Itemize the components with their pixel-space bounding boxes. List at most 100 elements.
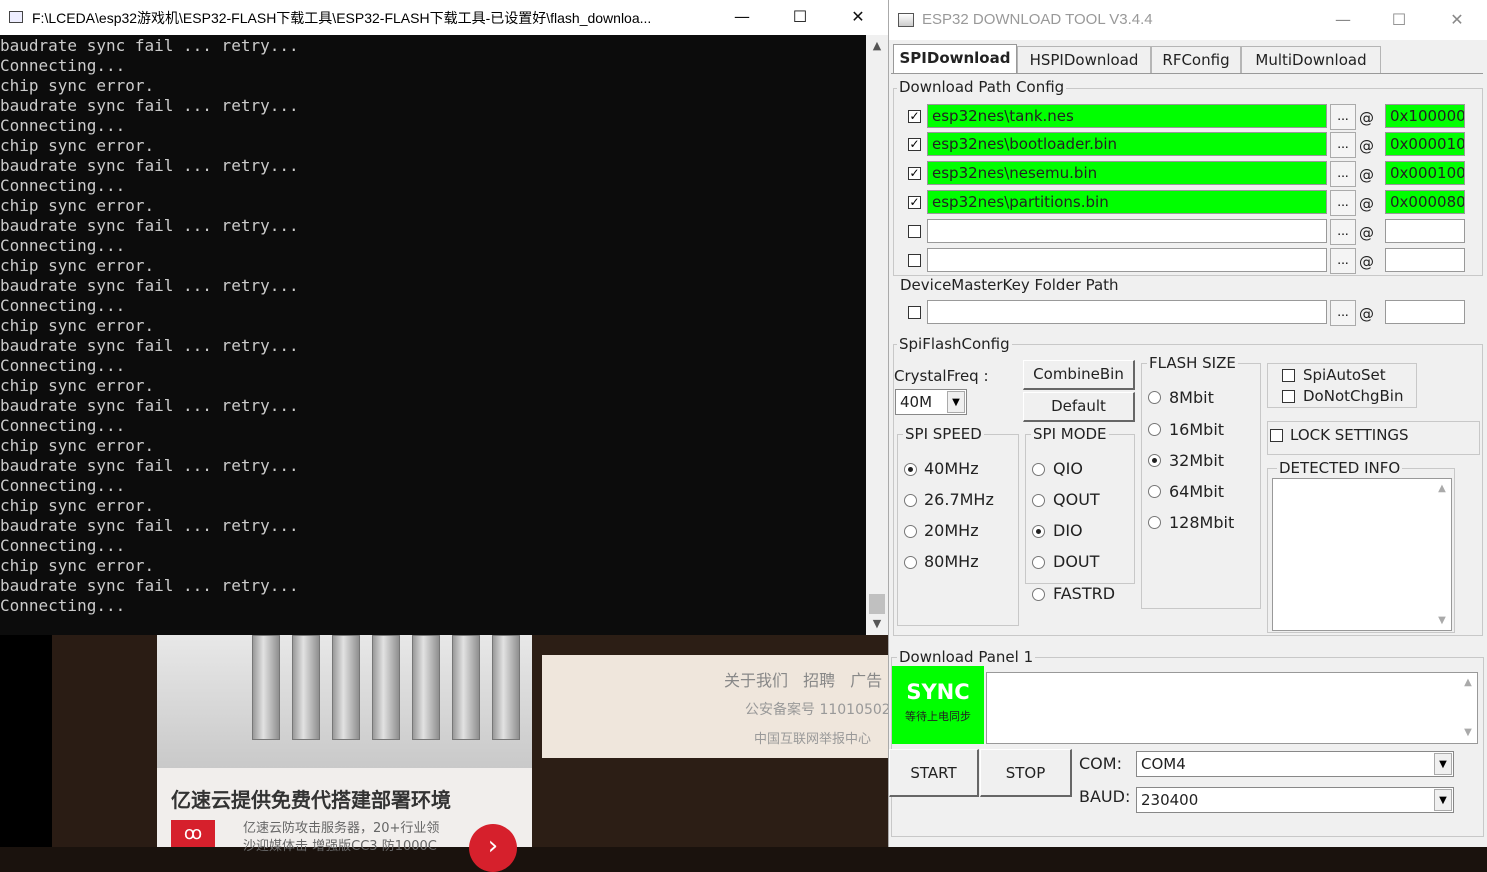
address-field-1[interactable]: 0x100000 — [1385, 104, 1465, 128]
footer-links[interactable]: 关于我们 招聘 广告 — [724, 667, 882, 691]
console-line: Connecting... — [0, 416, 126, 435]
path-field-6[interactable] — [927, 248, 1327, 272]
browse-button-4[interactable]: ... — [1330, 190, 1356, 216]
flash-size-radio-16mbit[interactable] — [1148, 423, 1161, 436]
at-label: @ — [1359, 224, 1374, 242]
console-line: chip sync error. — [0, 76, 155, 95]
baud-rate-select[interactable]: 230400 ▼ — [1136, 787, 1454, 813]
spi-mode-radio-dio[interactable] — [1032, 525, 1045, 538]
maximize-button[interactable]: ☐ — [1370, 3, 1428, 38]
at-label: @ — [1359, 195, 1374, 213]
stop-button[interactable]: STOP — [980, 749, 1072, 797]
path-field-1[interactable]: esp32nes\tank.nes — [927, 104, 1327, 128]
footer-report-center[interactable]: 中国互联网举报中心 — [754, 728, 871, 747]
path-checkbox-6[interactable] — [908, 254, 921, 267]
close-button[interactable]: ✕ — [1428, 3, 1486, 38]
spi-speed-option-label: 26.7MHz — [924, 490, 994, 509]
esp32-tool-window[interactable]: ESP32 DOWNLOAD TOOL V3.4.4 — ☐ ✕ SPIDown… — [888, 0, 1487, 847]
path-field-5[interactable] — [927, 219, 1327, 243]
start-button[interactable]: START — [889, 749, 979, 797]
path-field-2[interactable]: esp32nes\bootloader.bin — [927, 132, 1327, 156]
address-field-2[interactable]: 0x0000100 — [1385, 132, 1465, 156]
download-path-config-label: Download Path Config — [897, 78, 1067, 96]
spi-speed-radio-20mhz[interactable] — [904, 525, 917, 538]
crystal-freq-select[interactable]: 40M ▼ — [895, 389, 967, 415]
spi-speed-radio-40mhz[interactable] — [904, 463, 917, 476]
console-output[interactable]: baudrate sync fail ... retry... Connectin… — [0, 36, 866, 635]
path-checkbox-2[interactable]: ✓ — [908, 138, 921, 151]
console-window[interactable]: F:\LCEDA\esp32游戏机\ESP32-FLASH下载工具\ESP32-… — [0, 0, 888, 635]
cloud-icon: ꝏ — [171, 820, 215, 847]
browse-button-6[interactable]: ... — [1330, 248, 1356, 274]
minimize-button[interactable]: — — [713, 0, 771, 35]
tool-titlebar[interactable]: ESP32 DOWNLOAD TOOL V3.4.4 — ☐ ✕ — [889, 0, 1487, 40]
master-key-path-field[interactable] — [927, 300, 1327, 324]
do-not-chg-bin-checkbox[interactable] — [1282, 390, 1295, 403]
scrollbar-thumb[interactable] — [869, 594, 885, 614]
promo-card[interactable]: 亿速云提供免费代搭建部署环境 ꝏ 亿速云防攻击服务器，20+行业领 沙迎媒体击 … — [157, 768, 532, 872]
browse-button-5[interactable]: ... — [1330, 219, 1356, 245]
spi-speed-radio-80mhz[interactable] — [904, 556, 917, 569]
chevron-down-icon[interactable]: ▼ — [1434, 753, 1452, 775]
spi-mode-radio-qio[interactable] — [1032, 463, 1045, 476]
background-brown-left — [52, 635, 157, 847]
com-port-select[interactable]: COM4 ▼ — [1136, 751, 1454, 777]
path-checkbox-1[interactable]: ✓ — [908, 110, 921, 123]
minimize-button[interactable]: — — [1314, 3, 1372, 38]
master-key-browse-button[interactable]: ... — [1330, 300, 1356, 326]
console-line: Connecting... — [0, 116, 126, 135]
tab-spidownload[interactable]: SPIDownload — [893, 44, 1017, 74]
spi-mode-option-label: FASTRD — [1053, 584, 1116, 603]
flash-size-radio-32mbit[interactable] — [1148, 454, 1161, 467]
console-scrollbar[interactable]: ▲ ▼ — [866, 35, 888, 635]
path-field-4[interactable]: esp32nes\partitions.bin — [927, 190, 1327, 214]
scroll-down-icon[interactable]: ▼ — [1461, 727, 1475, 738]
scroll-down-icon[interactable]: ▼ — [866, 615, 888, 633]
address-field-4[interactable]: 0x0000800 — [1385, 190, 1465, 214]
path-checkbox-4[interactable]: ✓ — [908, 196, 921, 209]
scroll-up-icon[interactable]: ▲ — [1435, 483, 1449, 494]
maximize-button[interactable]: ☐ — [771, 0, 829, 35]
browse-button-2[interactable]: ... — [1330, 132, 1356, 158]
spi-mode-radio-qout[interactable] — [1032, 494, 1045, 507]
download-log-box[interactable]: ▲ ▼ — [986, 672, 1478, 744]
tab-rfconfig[interactable]: RFConfig — [1151, 46, 1241, 73]
default-button[interactable]: Default — [1023, 392, 1135, 422]
spi-speed-radio-26mhz[interactable] — [904, 494, 917, 507]
master-key-address-field[interactable] — [1385, 300, 1465, 324]
tab-hspidownload[interactable]: HSPIDownload — [1017, 46, 1151, 73]
address-field-3[interactable]: 0x0001000 — [1385, 161, 1465, 185]
tab-multidownload[interactable]: MultiDownload — [1241, 46, 1381, 73]
footer-record-number: 公安备案号 11010502 — [745, 702, 888, 718]
flash-size-radio-64mbit[interactable] — [1148, 485, 1161, 498]
spi-auto-set-checkbox[interactable] — [1282, 369, 1295, 382]
address-field-5[interactable] — [1385, 219, 1465, 243]
console-line: chip sync error. — [0, 256, 155, 275]
scroll-up-icon[interactable]: ▲ — [1461, 677, 1475, 688]
at-label: @ — [1359, 253, 1374, 271]
combine-bin-button[interactable]: CombineBin — [1023, 360, 1135, 390]
flash-size-radio-8mbit[interactable] — [1148, 391, 1161, 404]
scroll-down-icon[interactable]: ▼ — [1435, 615, 1449, 626]
flash-size-radio-128mbit[interactable] — [1148, 516, 1161, 529]
path-checkbox-3[interactable]: ✓ — [908, 167, 921, 180]
scroll-up-icon[interactable]: ▲ — [866, 37, 888, 55]
master-key-checkbox[interactable] — [908, 306, 921, 319]
chevron-down-icon[interactable]: ▼ — [1434, 789, 1452, 811]
close-button[interactable]: ✕ — [829, 0, 887, 35]
detected-info-box[interactable]: ▲ ▼ — [1272, 478, 1452, 631]
chevron-down-icon[interactable]: ▼ — [947, 391, 965, 413]
browse-button-3[interactable]: ... — [1330, 161, 1356, 187]
address-field-6[interactable] — [1385, 248, 1465, 272]
spi-mode-radio-dout[interactable] — [1032, 556, 1045, 569]
datacenter-photo — [157, 635, 532, 768]
browse-button-1[interactable]: ... — [1330, 104, 1356, 130]
path-field-3[interactable]: esp32nes\nesemu.bin — [927, 161, 1327, 185]
spi-mode-radio-fastrd[interactable] — [1032, 588, 1045, 601]
path-checkbox-5[interactable] — [908, 225, 921, 238]
lock-settings-checkbox[interactable] — [1270, 429, 1283, 442]
detected-info-label: DETECTED INFO — [1277, 459, 1403, 477]
arrow-right-icon[interactable]: › — [469, 824, 517, 872]
console-titlebar[interactable]: F:\LCEDA\esp32游戏机\ESP32-FLASH下载工具\ESP32-… — [0, 0, 888, 35]
flash-size-option-label: 64Mbit — [1169, 482, 1225, 501]
